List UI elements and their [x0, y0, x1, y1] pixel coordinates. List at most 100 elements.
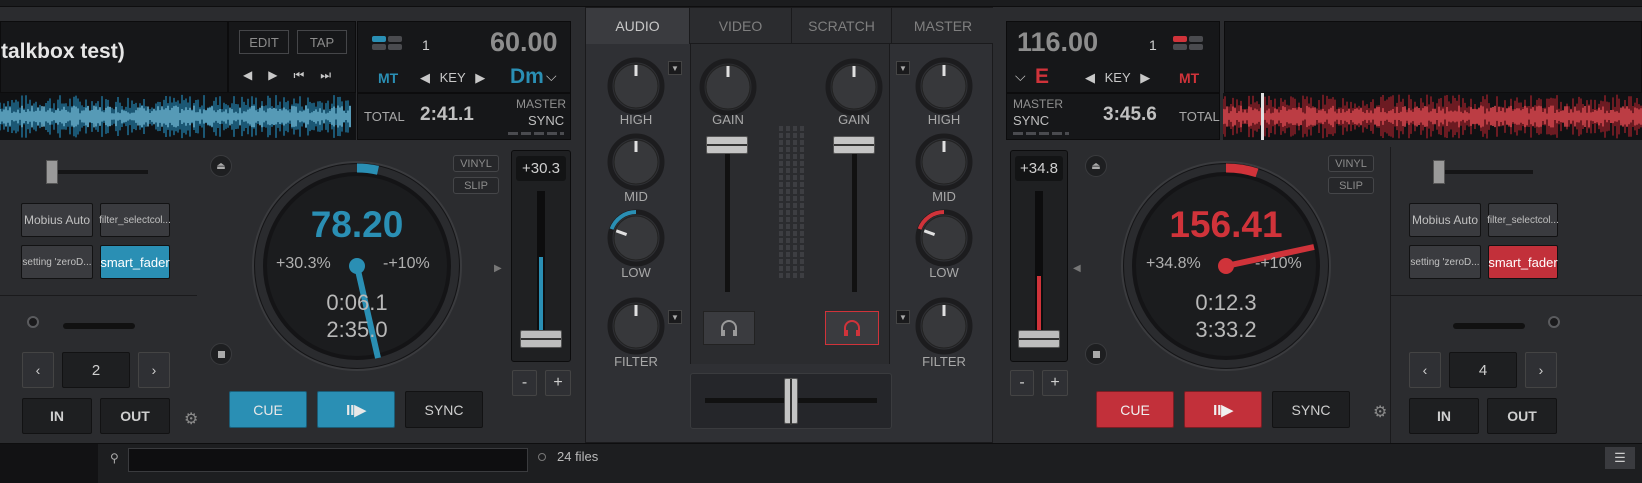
- cue-button[interactable]: CUE: [1096, 391, 1174, 428]
- search-icon[interactable]: ⚲: [110, 451, 119, 465]
- gear-icon[interactable]: ⚙: [184, 409, 198, 429]
- filter-menu-icon[interactable]: ▼: [668, 310, 682, 324]
- file-count: 24 files: [557, 449, 599, 464]
- tab-audio[interactable]: AUDIO: [586, 8, 690, 44]
- tap-button[interactable]: TAP: [297, 30, 347, 54]
- fx-slot-4[interactable]: smart_fader: [1488, 245, 1558, 279]
- key-down-icon[interactable]: ◀: [1085, 70, 1095, 85]
- loop-half-button[interactable]: ‹: [22, 352, 54, 388]
- fx-slot-4[interactable]: smart_fader: [100, 245, 170, 279]
- volume-track-right[interactable]: [852, 142, 857, 292]
- skip-forward-icon[interactable]: ⏭: [320, 68, 347, 82]
- loop-indicator-icon: [1548, 316, 1560, 328]
- eject-icon[interactable]: ⏏: [1085, 155, 1107, 177]
- next-icon[interactable]: ▶: [268, 68, 293, 82]
- prev-icon[interactable]: ◀: [243, 68, 268, 82]
- loop-in-button[interactable]: IN: [1409, 398, 1479, 434]
- pitch-minus-button[interactable]: -: [512, 370, 537, 396]
- waveform-right[interactable]: [1223, 93, 1642, 140]
- search-input[interactable]: [128, 448, 528, 472]
- key-up-icon[interactable]: ▶: [1140, 70, 1150, 85]
- jog-bpm: 156.41: [1169, 204, 1283, 245]
- mt-button[interactable]: MT: [378, 70, 398, 86]
- volume-track-left[interactable]: [725, 142, 730, 292]
- sync-label[interactable]: SYNC: [1013, 113, 1049, 128]
- pitch-handle[interactable]: [1018, 330, 1060, 348]
- pitch-minus-button[interactable]: -: [1010, 370, 1034, 396]
- total-time: 3:45.6: [1103, 104, 1157, 125]
- volume-handle-left[interactable]: [706, 136, 748, 154]
- waveform-left[interactable]: [0, 93, 356, 140]
- knob-filter-right[interactable]: [914, 296, 974, 361]
- tab-video[interactable]: VIDEO: [690, 8, 792, 44]
- key-value: E: [1035, 65, 1050, 88]
- pitch-plus-button[interactable]: +: [545, 370, 571, 396]
- pitch-range: -+10%: [1255, 255, 1302, 272]
- headphone-icon: [721, 320, 737, 336]
- filter-menu-icon[interactable]: ▼: [896, 310, 910, 324]
- chevron-down-icon[interactable]: ⌵: [546, 68, 557, 85]
- tab-master[interactable]: MASTER: [892, 8, 994, 44]
- tab-scratch[interactable]: SCRATCH: [792, 8, 892, 44]
- slider-handle[interactable]: [46, 160, 58, 184]
- fx-slot-2[interactable]: filter_selectcol...: [99, 203, 171, 237]
- knob-mid-right[interactable]: [914, 132, 974, 197]
- knob-mid-left[interactable]: [606, 132, 666, 197]
- play-pause-button[interactable]: II▶: [317, 391, 395, 428]
- crossfader-assign-slider[interactable]: [58, 170, 148, 174]
- fx-slot-2[interactable]: filter_selectcol...: [1487, 203, 1559, 237]
- crossfader-handle[interactable]: [784, 378, 798, 425]
- fx-slot-1[interactable]: Mobius Auto: [1409, 203, 1481, 237]
- eject-icon[interactable]: ⏏: [210, 155, 232, 177]
- sync-label[interactable]: SYNC: [528, 113, 564, 128]
- label-gain-left: GAIN: [712, 112, 744, 127]
- bpm-display: 116.00: [1017, 27, 1099, 57]
- list-view-icon[interactable]: ☰: [1605, 447, 1635, 469]
- deck-right: 116.00 1 ⌵ E ◀ KEY ▶ MT MASTER SYNC 3:45…: [993, 7, 1642, 443]
- mt-button[interactable]: MT: [1179, 70, 1199, 86]
- headphone-button-right[interactable]: [825, 311, 879, 345]
- chevron-down-icon[interactable]: ⌵: [1015, 68, 1026, 85]
- play-pause-button[interactable]: II▶: [1184, 391, 1262, 428]
- deck-left: talkbox test) EDIT TAP ◀▶⏮⏭ 1 60.00 MT ◀…: [0, 7, 585, 443]
- fx-slot-3[interactable]: setting 'zeroD...: [1409, 245, 1481, 279]
- remaining-time: 3:33.2: [1195, 317, 1257, 342]
- stop-icon[interactable]: [210, 343, 232, 365]
- slip-button[interactable]: SLIP: [1328, 177, 1374, 194]
- volume-handle-right[interactable]: [833, 136, 875, 154]
- knob-low-right[interactable]: [914, 208, 974, 273]
- fx-slot-3[interactable]: setting 'zeroD...: [21, 245, 93, 279]
- sync-button[interactable]: SYNC: [1272, 391, 1350, 428]
- crossfader-assign-slider[interactable]: [1443, 170, 1533, 174]
- deck1-title-area: talkbox test): [0, 21, 228, 93]
- edit-button[interactable]: EDIT: [239, 30, 289, 54]
- remaining-time: 2:35.0: [326, 317, 388, 342]
- eq-menu-icon[interactable]: ▼: [668, 61, 682, 75]
- skip-back-icon[interactable]: ⏮: [293, 68, 320, 82]
- deck1-side-panel: Mobius Auto filter_selectcol... setting …: [0, 147, 198, 443]
- loop-out-button[interactable]: OUT: [1487, 398, 1557, 434]
- gear-icon[interactable]: ⚙: [1373, 402, 1387, 422]
- key-up-icon[interactable]: ▶: [475, 70, 485, 85]
- loop-in-button[interactable]: IN: [22, 398, 92, 434]
- pitch-plus-button[interactable]: +: [1042, 370, 1068, 396]
- loop-double-button[interactable]: ›: [138, 352, 170, 388]
- stop-icon[interactable]: [1085, 343, 1107, 365]
- sync-button[interactable]: SYNC: [405, 391, 483, 428]
- eq-menu-icon[interactable]: ▼: [896, 61, 910, 75]
- loop-half-button[interactable]: ‹: [1409, 352, 1441, 388]
- master-label: MASTER: [1013, 97, 1064, 111]
- vinyl-button[interactable]: VINYL: [1328, 155, 1374, 172]
- headphone-button-left[interactable]: [703, 311, 755, 345]
- slider-handle[interactable]: [1433, 160, 1445, 184]
- key-down-icon[interactable]: ◀: [420, 70, 430, 85]
- loop-slider[interactable]: [1453, 323, 1525, 329]
- cue-button[interactable]: CUE: [229, 391, 307, 428]
- loop-slider[interactable]: [63, 323, 135, 329]
- knob-low-left[interactable]: [606, 208, 666, 273]
- fx-slot-1[interactable]: Mobius Auto: [21, 203, 93, 237]
- loop-double-button[interactable]: ›: [1525, 352, 1557, 388]
- loop-out-button[interactable]: OUT: [100, 398, 170, 434]
- pitch-handle[interactable]: [520, 330, 562, 348]
- knob-filter-left[interactable]: [606, 296, 666, 361]
